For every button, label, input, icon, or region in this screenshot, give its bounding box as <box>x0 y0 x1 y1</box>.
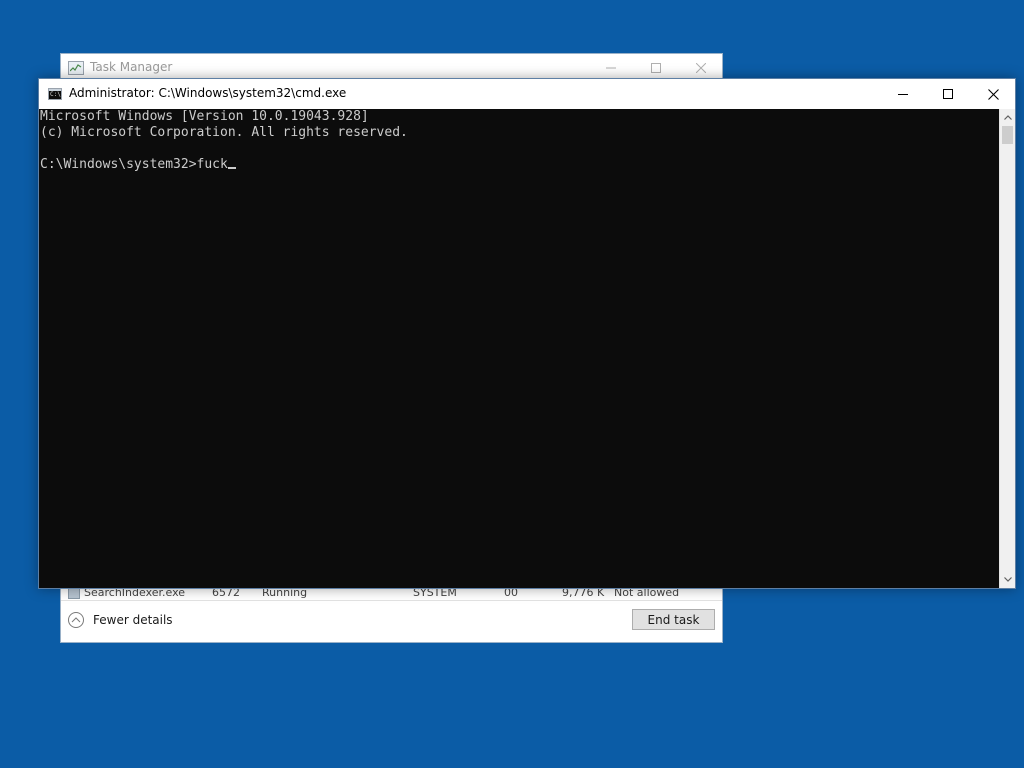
minimize-icon <box>606 67 616 69</box>
scroll-down-button[interactable] <box>1000 571 1015 588</box>
maximize-icon <box>943 89 953 99</box>
console-prompt-text: C:\Windows\system32>fuck <box>40 157 228 172</box>
cmd-minimize-button[interactable] <box>880 79 926 109</box>
maximize-icon <box>651 63 661 73</box>
close-icon <box>987 88 999 100</box>
end-task-button[interactable]: End task <box>632 609 715 630</box>
cmd-titlebar[interactable]: C:\ Administrator: C:\Windows\system32\c… <box>39 79 1015 109</box>
console-line: Microsoft Windows [Version 10.0.19043.92… <box>40 109 369 124</box>
divider <box>61 600 722 601</box>
task-manager-title: Task Manager <box>90 60 173 74</box>
minimize-icon <box>898 94 908 95</box>
console-prompt-line[interactable]: C:\Windows\system32>fuck <box>40 157 999 173</box>
desktop: Task Manager SearchIndexer.exe 6572 Runn… <box>0 0 1024 768</box>
chevron-up-icon <box>68 612 84 628</box>
cmd-window[interactable]: C:\ Administrator: C:\Windows\system32\c… <box>38 78 1016 589</box>
cmd-icon-text: C:\ <box>50 91 61 98</box>
close-icon <box>696 63 706 73</box>
scroll-down-icon <box>1003 577 1012 582</box>
scroll-up-button[interactable] <box>1000 109 1015 126</box>
console-output[interactable]: Microsoft Windows [Version 10.0.19043.92… <box>39 109 999 588</box>
vertical-scrollbar[interactable] <box>999 109 1015 588</box>
cmd-close-button[interactable] <box>970 79 1016 109</box>
text-cursor <box>227 167 236 169</box>
cmd-icon: C:\ <box>48 88 62 100</box>
scroll-up-icon <box>1003 115 1012 120</box>
cmd-title: Administrator: C:\Windows\system32\cmd.e… <box>69 86 347 100</box>
fewer-details-label: Fewer details <box>93 613 173 627</box>
task-manager-icon <box>68 61 84 75</box>
cmd-maximize-button[interactable] <box>925 79 971 109</box>
scrollbar-thumb[interactable] <box>1002 126 1013 144</box>
fewer-details-button[interactable]: Fewer details <box>68 610 173 630</box>
console-line: (c) Microsoft Corporation. All rights re… <box>40 125 408 140</box>
